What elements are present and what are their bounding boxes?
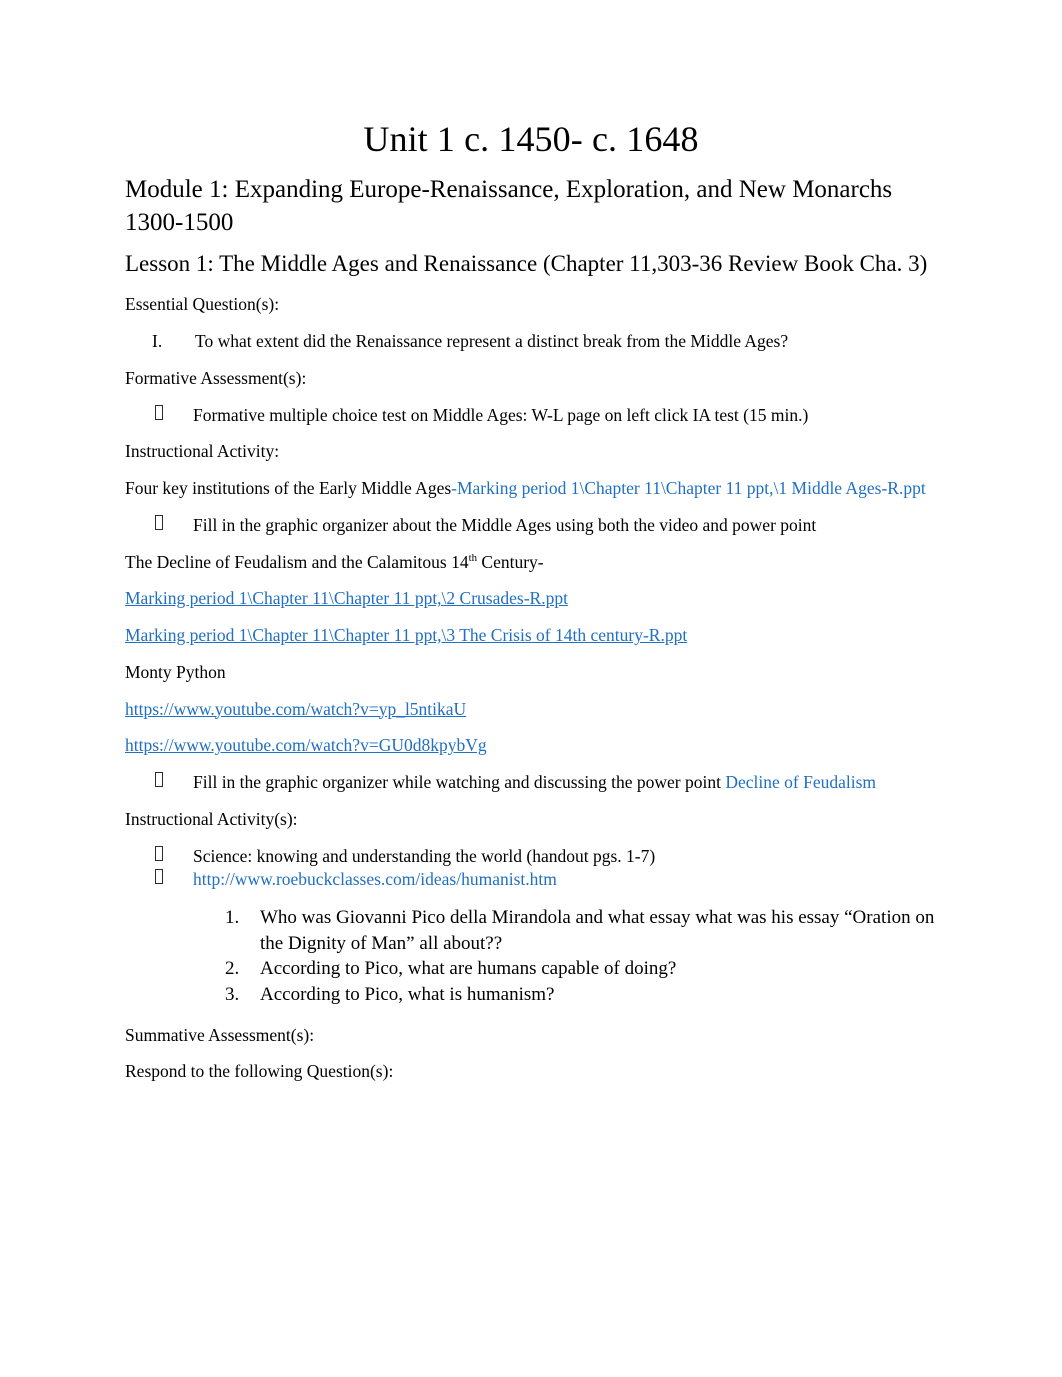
instructional-activities-list: Science: knowing and understanding the w…	[125, 845, 937, 892]
pico-questions-list: 1. Who was Giovanni Pico della Mirandola…	[125, 905, 937, 1008]
monty-python-label: Monty Python	[125, 661, 226, 682]
decline-heading-suffix: Century-	[477, 551, 544, 572]
list-item-text: Fill in the graphic organizer about the …	[193, 514, 817, 535]
square-box-bullet-icon	[155, 404, 163, 420]
respond-to-questions-label: Respond to the following Question(s):	[125, 1061, 394, 1082]
square-box-bullet-icon	[155, 845, 163, 861]
list-item-text: Science: knowing and understanding the w…	[193, 845, 656, 866]
formative-assessment-list: Formative multiple choice test on Middle…	[125, 404, 937, 427]
lesson-heading: Lesson 1: The Middle Ages and Renaissanc…	[125, 251, 928, 277]
list-marker: 1.	[225, 907, 240, 929]
list-marker: 2.	[225, 958, 240, 980]
instructional-activities-label: Instructional Activity(s):	[125, 808, 298, 829]
list-item-text: According to Pico, what are humans capab…	[260, 958, 677, 980]
document-content: Unit 1 c. 1450- c. 1648 Module 1: Expand…	[125, 118, 937, 1097]
list-item: Formative multiple choice test on Middle…	[125, 404, 937, 427]
list-item: I. To what extent did the Renaissance re…	[125, 330, 937, 353]
ordinal-suffix: th	[468, 551, 478, 564]
instructional-activity-label: Instructional Activity:	[125, 441, 280, 462]
crisis-14th-century-ppt-link[interactable]: Marking period 1\Chapter 11\Chapter 11 p…	[125, 624, 937, 647]
humanist-page-link[interactable]: http://www.roebuckclasses.com/ideas/huma…	[193, 869, 557, 889]
square-box-bullet-icon	[155, 772, 163, 788]
list-marker: I.	[152, 331, 163, 352]
instructional-activity-bullets: Fill in the graphic organizer about the …	[125, 514, 937, 537]
list-item: Fill in the graphic organizer while watc…	[125, 771, 937, 794]
list-marker: 3.	[225, 984, 240, 1006]
square-box-bullet-icon	[155, 869, 163, 885]
list-item-text: According to Pico, what is humanism?	[260, 984, 555, 1006]
list-item-text: Formative multiple choice test on Middle…	[193, 404, 809, 425]
document-page: Unit 1 c. 1450- c. 1648 Module 1: Expand…	[0, 0, 1062, 1377]
list-item-text: Who was Giovanni Pico della Mirandola an…	[260, 907, 935, 954]
middle-ages-ppt-link[interactable]: Marking period 1\Chapter 11\Chapter 11 p…	[457, 478, 926, 498]
essential-question-list: I. To what extent did the Renaissance re…	[125, 330, 937, 353]
essential-question-label: Essential Question(s):	[125, 294, 280, 315]
summative-assessment-label: Summative Assessment(s):	[125, 1024, 315, 1045]
list-item-text: To what extent did the Renaissance repre…	[195, 331, 789, 352]
module-heading: Module 1: Expanding Europe-Renaissance, …	[125, 176, 893, 236]
list-item-text: Fill in the graphic organizer while watc…	[193, 772, 726, 793]
decline-of-feudalism-link[interactable]: Decline of Feudalism	[725, 772, 876, 792]
crusades-ppt-link[interactable]: Marking period 1\Chapter 11\Chapter 11 p…	[125, 587, 937, 610]
youtube-link-2[interactable]: https://www.youtube.com/watch?v=GU0d8kpy…	[125, 734, 937, 757]
four-key-institutions-text: Four key institutions of the Early Middl…	[125, 478, 452, 499]
square-box-bullet-icon	[155, 514, 163, 530]
list-item: 2. According to Pico, what are humans ca…	[125, 956, 937, 982]
list-item: http://www.roebuckclasses.com/ideas/huma…	[125, 868, 937, 891]
formative-assessment-label: Formative Assessment(s):	[125, 367, 307, 388]
youtube-link-1[interactable]: https://www.youtube.com/watch?v=yp_l5nti…	[125, 698, 937, 721]
list-item: Fill in the graphic organizer about the …	[125, 514, 937, 537]
list-item: Science: knowing and understanding the w…	[125, 845, 937, 868]
four-key-institutions-paragraph: Four key institutions of the Early Middl…	[125, 477, 937, 500]
list-item: 3. According to Pico, what is humanism?	[125, 982, 937, 1008]
page-title: Unit 1 c. 1450- c. 1648	[363, 119, 699, 159]
graphic-organizer-bullets: Fill in the graphic organizer while watc…	[125, 771, 937, 794]
list-item: 1. Who was Giovanni Pico della Mirandola…	[125, 905, 937, 956]
decline-of-feudalism-heading: The Decline of Feudalism and the Calamit…	[125, 551, 937, 574]
decline-heading-text: The Decline of Feudalism and the Calamit…	[125, 551, 469, 572]
